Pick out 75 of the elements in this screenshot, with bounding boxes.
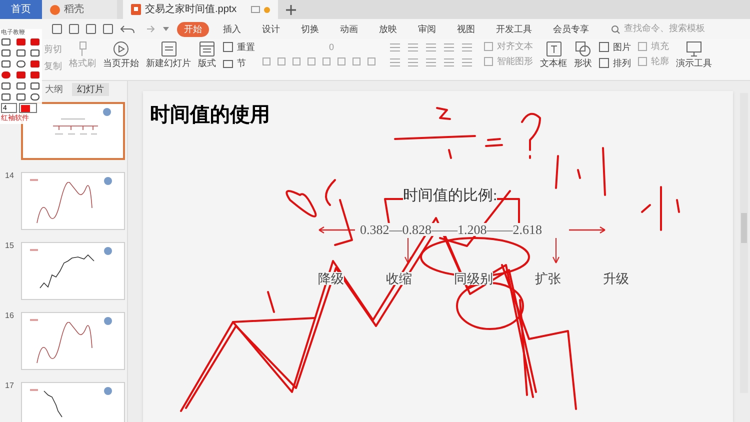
- document-tab[interactable]: 首页: [0, 0, 42, 19]
- ribbon-tab[interactable]: 动画: [333, 22, 365, 36]
- stage-label: 降级: [318, 272, 344, 285]
- logo-icon: [104, 247, 112, 256]
- section-button[interactable]: 节: [223, 58, 255, 68]
- logo-icon: [103, 108, 111, 116]
- slide-thumbnail[interactable]: [21, 242, 125, 300]
- ribbon-tab[interactable]: 审阅: [411, 22, 443, 36]
- left-arrow-icon: [318, 226, 356, 234]
- stage-label: 升级: [603, 272, 629, 285]
- ribbon-tab[interactable]: 放映: [372, 22, 404, 36]
- line-chart-drawing: [36, 182, 93, 224]
- scrollbar-thumb[interactable]: [741, 213, 747, 243]
- slide-thumbnail[interactable]: [21, 312, 125, 370]
- ribbon-tab[interactable]: 设计: [255, 22, 287, 36]
- text-box-icon: [546, 41, 562, 57]
- stage-label: 收缩: [386, 272, 412, 285]
- shape-button[interactable]: 形状: [574, 41, 592, 68]
- ribbon-tab[interactable]: 会员专享: [546, 22, 596, 36]
- slide-title: 时间值的使用: [149, 103, 271, 125]
- presentation-file-icon: [131, 4, 141, 15]
- new-tab-icon[interactable]: [286, 5, 296, 15]
- unsaved-dot-icon: [264, 6, 270, 12]
- ribbon-tab[interactable]: 切换: [294, 22, 326, 36]
- docer-icon: [50, 4, 60, 14]
- stage-label: 同级别: [454, 272, 493, 285]
- stage-label: 扩张: [535, 272, 561, 285]
- title-mark-icon: [30, 179, 38, 182]
- title-mark-icon: [30, 249, 38, 252]
- slide-thumbnail[interactable]: [21, 102, 125, 160]
- down-arrow-icon: [404, 238, 412, 264]
- diagram-drawing: [52, 118, 99, 136]
- slide-number: 15: [5, 242, 15, 250]
- slide-subtitle: 时间值的比例:: [403, 189, 498, 204]
- slide-thumbnail[interactable]: [21, 172, 125, 230]
- text-box-button[interactable]: 文本框: [540, 41, 567, 68]
- panel-tab[interactable]: 大纲: [40, 83, 68, 96]
- slide-number: 17: [5, 382, 15, 390]
- presentation-tools-button[interactable]: 演示工具: [676, 41, 712, 68]
- search-field[interactable]: 查找命令、搜索模板: [611, 22, 714, 36]
- new-slide-button[interactable]: 新建幻灯片: [146, 41, 191, 68]
- document-tab[interactable]: 稻壳: [42, 0, 117, 19]
- search-icon: [611, 24, 620, 34]
- ribbon-tab[interactable]: 开发工具: [489, 22, 539, 36]
- logo-icon: [104, 177, 112, 186]
- arrange-button[interactable]: 排列: [599, 58, 631, 68]
- reset-button[interactable]: 重置: [223, 42, 255, 52]
- line-chart-drawing: [39, 254, 95, 290]
- line-chart-drawing: [36, 322, 93, 364]
- vertical-scrollbar[interactable]: [740, 93, 748, 393]
- title-mark-icon: [30, 389, 38, 392]
- title-mark-icon: [30, 319, 38, 322]
- play-icon: [113, 41, 129, 57]
- ribbon-tab[interactable]: 插入: [216, 22, 248, 36]
- logo-icon: [104, 387, 112, 396]
- play-from-current-button[interactable]: 当页开始: [103, 41, 139, 68]
- slide-number: 16: [5, 312, 15, 320]
- picture-button[interactable]: 图片: [599, 42, 631, 52]
- logo-icon: [104, 317, 112, 326]
- monitor-icon: [686, 41, 702, 57]
- down-arrow-icon: [552, 238, 560, 264]
- undo-icon[interactable]: [120, 24, 136, 34]
- dropdown-arrow-icon[interactable]: [162, 25, 170, 33]
- new-slide-icon: [160, 41, 176, 57]
- shapes-icon: [575, 41, 591, 57]
- right-arrow-icon: [568, 226, 606, 234]
- ratio-scale: 0.382—0.828——1.208——2.618: [360, 223, 542, 236]
- pen-color-select[interactable]: [19, 103, 37, 113]
- panel-tab[interactable]: 幻灯片: [72, 83, 109, 96]
- slide-number: 14: [5, 172, 15, 180]
- layout-icon: [199, 41, 215, 57]
- ribbon-tab[interactable]: 视图: [450, 22, 482, 36]
- layout-button[interactable]: 版式: [198, 41, 216, 68]
- document-tab[interactable]: 交易之家时间值.pptx: [123, 0, 278, 19]
- line-chart-drawing: [43, 390, 63, 418]
